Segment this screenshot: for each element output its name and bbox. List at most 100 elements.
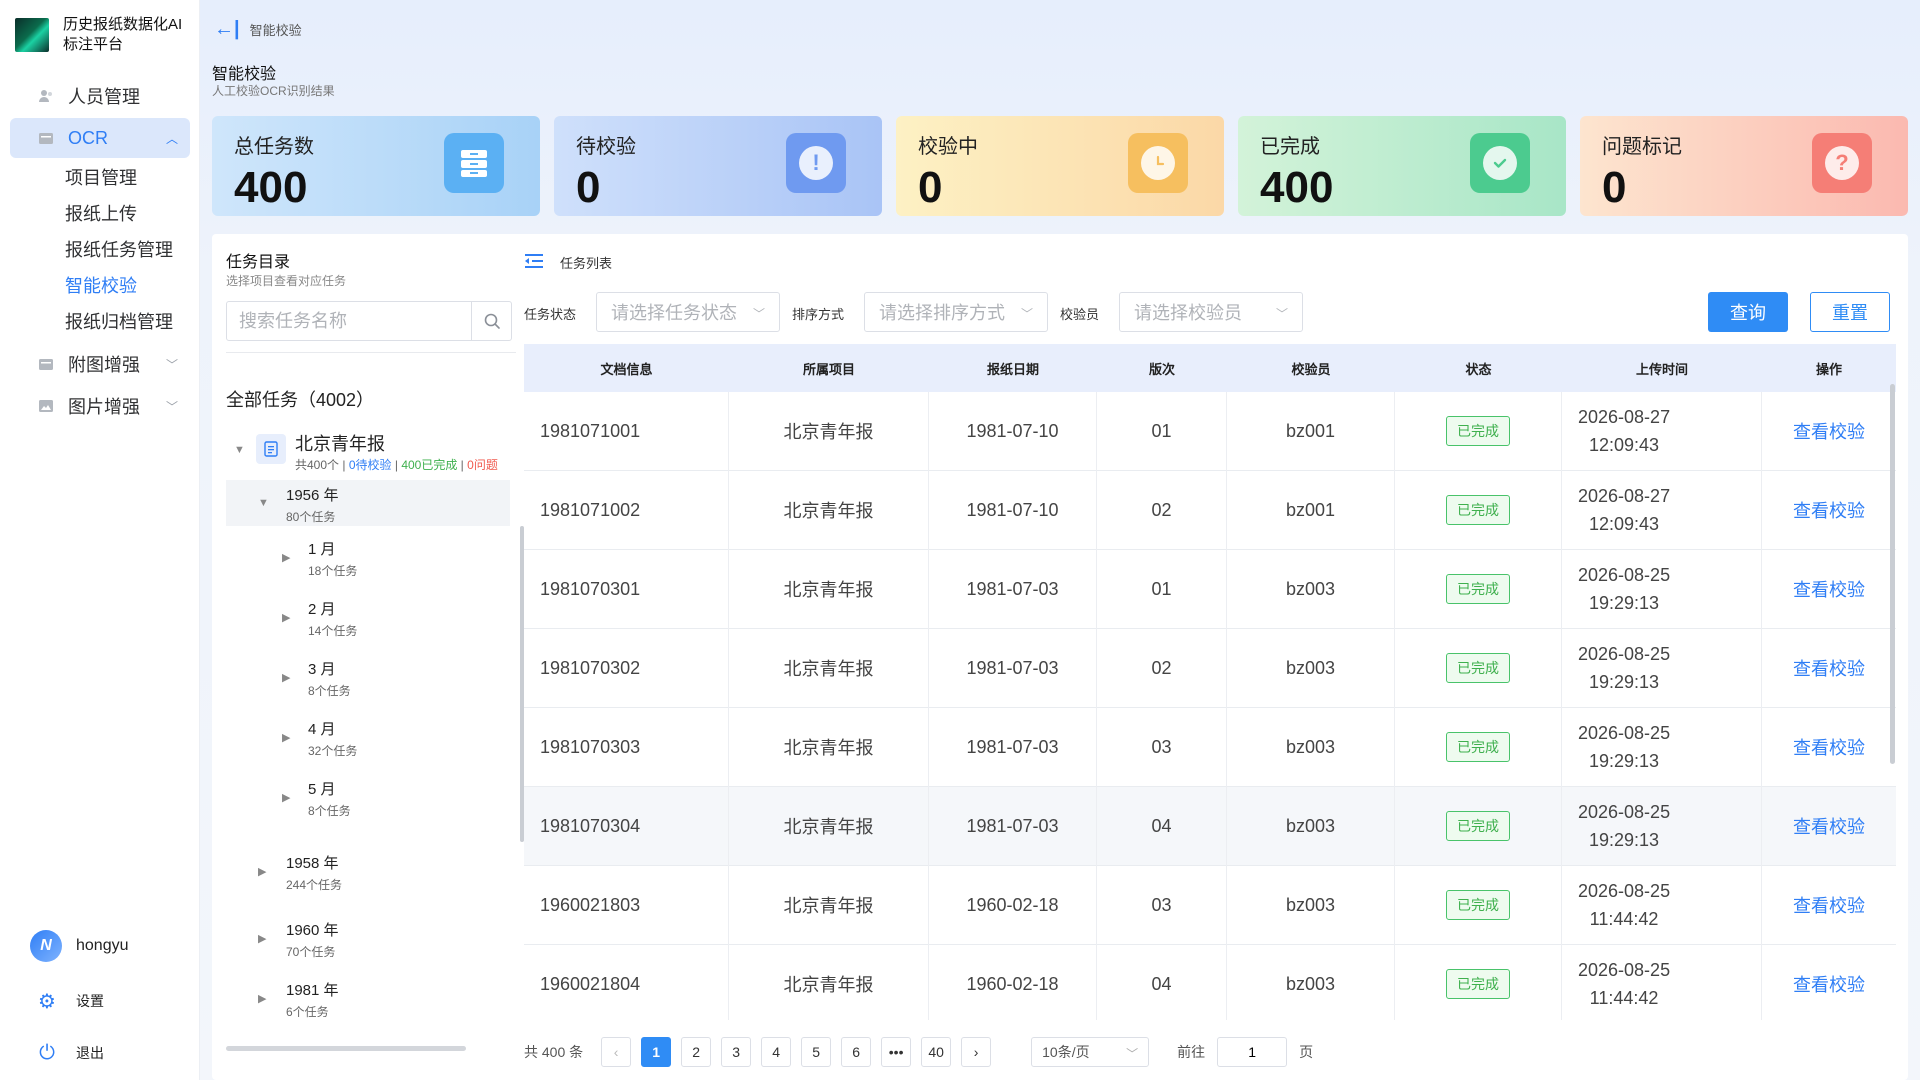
- tree-project-node[interactable]: ▼ 北京青年报 共400个 | 0待校验 | 400已完成 | 0问题: [226, 424, 516, 484]
- view-check-link[interactable]: 查看校验: [1793, 892, 1865, 918]
- view-check-link[interactable]: 查看校验: [1793, 418, 1865, 444]
- view-check-link[interactable]: 查看校验: [1793, 497, 1865, 523]
- sidebar-item-image-enhance[interactable]: 图片增强 ﹀: [10, 386, 190, 426]
- chevron-down-icon: ﹀: [1020, 307, 1033, 321]
- search-icon: [484, 313, 500, 329]
- paper-date-cell: 1960-02-18: [929, 944, 1097, 1020]
- caret-down-icon[interactable]: ▼: [258, 497, 269, 509]
- sidebar-subitem-task-manage[interactable]: 报纸任务管理: [0, 232, 200, 268]
- caret-right-icon[interactable]: ▶: [282, 671, 290, 684]
- upload-date: 2026-08-25: [1578, 565, 1671, 585]
- next-page-button[interactable]: ›: [961, 1037, 992, 1067]
- task-tree: 任务目录 选择项目查看对应任务 全部任务（4002） ▼ 北京青年报 共: [226, 234, 524, 1080]
- tree-year-node[interactable]: ▶ 1981 年 6个任务: [226, 975, 510, 1021]
- image-icon: [38, 398, 54, 414]
- page-button[interactable]: 40: [921, 1037, 952, 1067]
- search-button[interactable]: [471, 302, 511, 340]
- status-cell: 已完成: [1395, 549, 1562, 629]
- page-size-select[interactable]: 10条/页 ﹀: [1031, 1037, 1150, 1067]
- edition-cell: 02: [1097, 628, 1227, 708]
- search-input[interactable]: [227, 302, 471, 340]
- sidebar-subitem-project[interactable]: 项目管理: [0, 160, 200, 196]
- tree-year-node[interactable]: ▼ 1956 年 80个任务: [226, 480, 510, 526]
- edition-cell: 03: [1097, 865, 1227, 945]
- stat-card-issues: 问题标记 0 ?: [1580, 116, 1908, 216]
- chevron-down-icon: ﹀: [1275, 307, 1288, 321]
- sidebar-item-ocr[interactable]: OCR ︿: [10, 118, 190, 158]
- table-row[interactable]: 1981071001 北京青年报 1981-07-10 01 bz001 已完成 2026-…: [524, 391, 1896, 471]
- project-total: 共400个: [295, 458, 340, 472]
- goto-input[interactable]: [1217, 1037, 1288, 1067]
- sidebar-subitem-smart-check[interactable]: 智能校验: [0, 268, 200, 304]
- filter-bar: 任务状态 请选择任务状态 ﹀ 排序方式 请选择排序方式 ﹀ 校验员 请选择校验员…: [524, 292, 1896, 332]
- upload-time-cell: 2026-08-25 11:44:42: [1562, 944, 1762, 1020]
- caret-right-icon[interactable]: ▶: [282, 551, 290, 564]
- caret-right-icon[interactable]: ▶: [282, 791, 290, 804]
- tree-month-node[interactable]: ▶ 4 月 32个任务: [226, 714, 510, 760]
- table-row[interactable]: 1981070303 北京青年报 1981-07-03 03 bz003 已完成 2026-…: [524, 707, 1896, 787]
- table-row[interactable]: 1981071002 北京青年报 1981-07-10 02 bz001 已完成 2026-…: [524, 470, 1896, 550]
- page-button[interactable]: 5: [801, 1037, 832, 1067]
- settings-button[interactable]: ⚙ 设置: [36, 990, 104, 1013]
- checker-select[interactable]: 请选择校验员 ﹀: [1119, 292, 1303, 332]
- logout-button[interactable]: ⏻ 退出: [36, 1042, 104, 1064]
- tree-month-node[interactable]: ▶ 1 月 18个任务: [226, 534, 510, 580]
- caret-right-icon[interactable]: ▶: [282, 731, 290, 744]
- caret-right-icon[interactable]: ▶: [282, 611, 290, 624]
- tree-all-tasks[interactable]: 全部任务（4002）: [226, 386, 374, 412]
- page-button[interactable]: 1: [641, 1037, 672, 1067]
- view-check-link[interactable]: 查看校验: [1793, 734, 1865, 760]
- sidebar-subitem-upload[interactable]: 报纸上传: [0, 196, 200, 232]
- table-scrollbar[interactable]: [1890, 384, 1895, 764]
- tree-horizontal-scrollbar[interactable]: [226, 1046, 466, 1051]
- view-check-link[interactable]: 查看校验: [1793, 813, 1865, 839]
- back-arrow-icon[interactable]: ←|: [214, 18, 240, 41]
- sidebar-item-figure-enhance[interactable]: 附图增强 ﹀: [10, 344, 190, 384]
- more-pages-button[interactable]: •••: [881, 1037, 912, 1067]
- page-button[interactable]: 3: [721, 1037, 752, 1067]
- table-row[interactable]: 1981070301 北京青年报 1981-07-03 01 bz003 已完成 2026-…: [524, 549, 1896, 629]
- sidebar-item-people[interactable]: 人员管理: [10, 76, 190, 116]
- table-row[interactable]: 1960021803 北京青年报 1960-02-18 03 bz003 已完成 2026-…: [524, 865, 1896, 945]
- table-row[interactable]: 1981070302 北京青年报 1981-07-03 02 bz003 已完成 2026-…: [524, 628, 1896, 708]
- action-cell: 查看校验: [1762, 787, 1896, 866]
- status-select[interactable]: 请选择任务状态 ﹀: [596, 292, 780, 332]
- page-button[interactable]: 2: [681, 1037, 712, 1067]
- tree-month-node[interactable]: ▶ 5 月 8个任务: [226, 774, 510, 820]
- doc-id-cell: 1981070304: [524, 786, 729, 866]
- upload-datetime: 2026-08-25 19:29:13: [1578, 719, 1670, 775]
- status-badge: 已完成: [1446, 495, 1510, 525]
- table-row[interactable]: 1981070304 北京青年报 1981-07-03 04 bz003 已完成 2026-…: [524, 786, 1896, 866]
- caret-right-icon[interactable]: ▶: [258, 932, 266, 945]
- reset-button[interactable]: 重置: [1810, 292, 1890, 332]
- caret-down-icon[interactable]: ▼: [234, 444, 245, 456]
- tree-month-node[interactable]: ▶ 2 月 14个任务: [226, 594, 510, 640]
- status-badge: 已完成: [1446, 653, 1510, 683]
- sidebar-subitem-archive[interactable]: 报纸归档管理: [0, 304, 200, 340]
- tree-year-node[interactable]: ▶ 1960 年 70个任务: [226, 915, 510, 961]
- view-check-link[interactable]: 查看校验: [1793, 655, 1865, 681]
- page-button[interactable]: 6: [841, 1037, 872, 1067]
- query-button[interactable]: 查询: [1708, 292, 1788, 332]
- action-cell: 查看校验: [1762, 629, 1896, 708]
- table-row[interactable]: 1960021804 北京青年报 1960-02-18 04 bz003 已完成 2026-…: [524, 944, 1896, 1020]
- page-button[interactable]: 4: [761, 1037, 792, 1067]
- sort-select-placeholder: 请选择排序方式: [879, 303, 1005, 323]
- tree-year-node[interactable]: ▶ 1958 年 244个任务: [226, 848, 510, 894]
- folder-icon: [38, 130, 54, 146]
- checker-cell: bz001: [1227, 470, 1395, 550]
- caret-right-icon[interactable]: ▶: [258, 992, 266, 1005]
- view-check-link[interactable]: 查看校验: [1793, 576, 1865, 602]
- sort-select[interactable]: 请选择排序方式 ﹀: [864, 292, 1048, 332]
- tree-month-node[interactable]: ▶ 3 月 8个任务: [226, 654, 510, 700]
- collapse-menu-icon[interactable]: [524, 252, 546, 272]
- upload-date: 2026-08-25: [1578, 644, 1671, 664]
- view-check-link[interactable]: 查看校验: [1793, 971, 1865, 997]
- checker-cell: bz003: [1227, 786, 1395, 866]
- year-name: 1981 年: [286, 982, 339, 999]
- user-profile[interactable]: N hongyu: [30, 930, 129, 962]
- caret-right-icon[interactable]: ▶: [258, 865, 266, 878]
- prev-page-button[interactable]: ‹: [601, 1037, 632, 1067]
- sidebar-item-label: 附图增强: [68, 355, 140, 375]
- page-subtitle: 人工校验OCR识别结果: [212, 84, 335, 98]
